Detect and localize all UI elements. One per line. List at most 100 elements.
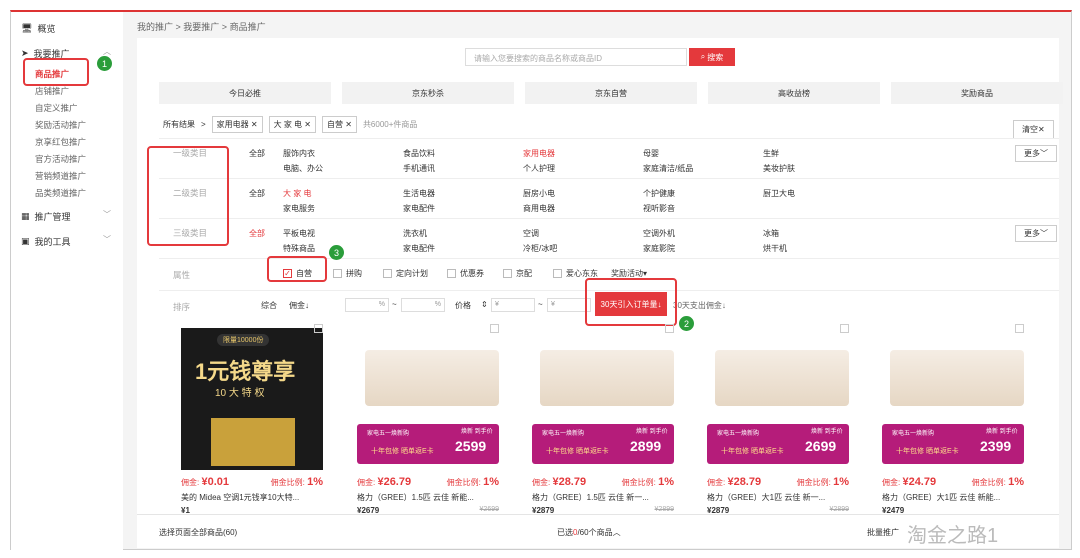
breadcrumb-item[interactable]: 我的推广	[137, 22, 173, 32]
checkbox[interactable]	[553, 269, 562, 278]
cat-item[interactable]: 冰箱	[763, 228, 779, 239]
product-card[interactable]: 家电五一焕新购 十年包修 晒单返E卡 焕新 到手价 2899 佣金: ¥28.7…	[524, 324, 674, 515]
cat-item[interactable]: 家电配件	[403, 243, 435, 254]
attr-directed[interactable]: 定向计划	[383, 268, 428, 279]
product-checkbox[interactable]	[490, 324, 499, 333]
sort-spend[interactable]: 30天支出佣金↓	[673, 300, 726, 311]
sort-default[interactable]: 综合	[261, 300, 277, 311]
checkbox[interactable]	[503, 269, 512, 278]
tab-today[interactable]: 今日必推	[159, 82, 331, 104]
attr-pingou[interactable]: 拼购	[333, 268, 362, 279]
chevron-down-icon[interactable]: ﹀	[103, 209, 111, 220]
cat-item[interactable]: 家电配件	[403, 203, 435, 214]
breadcrumb-item[interactable]: 我要推广	[183, 22, 219, 32]
cat-item[interactable]: 手机通讯	[403, 163, 435, 174]
product-image[interactable]: 家电五一焕新购 十年包修 晒单返E卡 焕新 到手价 2399	[882, 328, 1024, 470]
product-card[interactable]: 家电五一焕新购 十年包修 晒单返E卡 焕新 到手价 2699 佣金: ¥28.7…	[699, 324, 849, 515]
product-card[interactable]: 家电五一焕新购 十年包修 晒单返E卡 焕新 到手价 2399 佣金: ¥24.7…	[874, 324, 1024, 515]
selected-count[interactable]: 已选0/60个商品︿	[557, 527, 621, 538]
batch-promote-button[interactable]: 批量推广	[867, 527, 899, 538]
cat-item[interactable]: 冷柜/冰吧	[523, 243, 557, 254]
product-checkbox[interactable]	[840, 324, 849, 333]
product-image[interactable]: 限量10000份 1元钱尊享 10 大 特 权	[181, 328, 323, 470]
tab-seckill[interactable]: 京东秒杀	[342, 82, 514, 104]
cat-item[interactable]: 母婴	[643, 148, 659, 159]
sort-price[interactable]: 价格	[455, 300, 471, 311]
more-button[interactable]: 更多﹀	[1015, 225, 1057, 242]
cat-item[interactable]: 大 家 电	[283, 188, 311, 199]
cat-item[interactable]: 家电服务	[283, 203, 315, 214]
cat-item[interactable]: 洗衣机	[403, 228, 427, 239]
product-card[interactable]: 家电五一焕新购 十年包修 晒单返E卡 焕新 到手价 2599 佣金: ¥26.7…	[349, 324, 499, 515]
sidebar-item-redpacket-promo[interactable]: 京享红包推广	[35, 136, 86, 148]
cat-item[interactable]: 食品饮料	[403, 148, 435, 159]
sidebar-item-shop-promo[interactable]: 店铺推广	[35, 85, 69, 97]
sidebar-item-category-promo[interactable]: 品类频道推广	[35, 187, 86, 199]
filter-tag[interactable]: 家用电器 ✕	[211, 116, 263, 133]
cat-item[interactable]: 家用电器	[523, 148, 555, 159]
price-min-input[interactable]: ¥	[491, 298, 535, 312]
search-button[interactable]: ⌕ 搜索	[689, 48, 735, 66]
search-input[interactable]: 请输入您要搜索的商品名称或商品ID	[465, 48, 687, 66]
product-title[interactable]: 格力（GREE）1.5匹 云佳 新一...	[532, 492, 672, 503]
cat-item[interactable]: 个护健康	[643, 188, 675, 199]
annotation-box	[585, 278, 677, 326]
filter-tag[interactable]: 大 家 电 ✕	[268, 116, 316, 133]
product-title[interactable]: 格力（GREE）1.5匹 云佳 新能...	[357, 492, 497, 503]
more-button[interactable]: 更多﹀	[1015, 145, 1057, 162]
cat-item[interactable]: 个人护理	[523, 163, 555, 174]
product-card[interactable]: 限量10000份 1元钱尊享 10 大 特 权 佣金: ¥0.01 佣金比例: …	[173, 324, 323, 515]
chevron-down-icon[interactable]: ﹀	[103, 234, 111, 245]
cat-item[interactable]: 家庭清洁/纸品	[643, 163, 693, 174]
clear-button[interactable]: 清空✕	[1013, 120, 1054, 139]
product-title[interactable]: 格力（GREE）大1匹 云佳 新能...	[882, 492, 1022, 503]
commission-min-input[interactable]: %	[345, 298, 389, 312]
sidebar-item-channel-promo[interactable]: 营销频道推广	[35, 170, 86, 182]
cat-item[interactable]: 服饰内衣	[283, 148, 315, 159]
product-image[interactable]: 家电五一焕新购 十年包修 晒单返E卡 焕新 到手价 2899	[532, 328, 674, 470]
tab-reward[interactable]: 奖励商品	[891, 82, 1063, 104]
checkbox[interactable]	[383, 269, 392, 278]
cat-item[interactable]: 电脑、办公	[283, 163, 323, 174]
product-title[interactable]: 美的 Midea 空调1元钱享10大特...	[181, 492, 321, 503]
cat-item[interactable]: 平板电视	[283, 228, 315, 239]
product-image[interactable]: 家电五一焕新购 十年包修 晒单返E卡 焕新 到手价 2599	[357, 328, 499, 470]
cat-item[interactable]: 生鲜	[763, 148, 779, 159]
sidebar-item-custom-promo[interactable]: 自定义推广	[35, 102, 78, 114]
sort-arrows-icon[interactable]: ⇕	[481, 300, 488, 309]
attr-jd-delivery[interactable]: 京配	[503, 268, 532, 279]
sidebar-item-reward-promo[interactable]: 奖励活动推广	[35, 119, 86, 131]
product-checkbox[interactable]	[1015, 324, 1024, 333]
product-checkbox[interactable]	[665, 324, 674, 333]
cat-all[interactable]: 全部	[249, 148, 265, 159]
cat-item[interactable]: 厨房小电	[523, 188, 555, 199]
tab-self-operated[interactable]: 京东自营	[525, 82, 697, 104]
cat-all[interactable]: 全部	[249, 228, 265, 239]
product-image[interactable]: 家电五一焕新购 十年包修 晒单返E卡 焕新 到手价 2699	[707, 328, 849, 470]
sidebar-item-manage[interactable]: ▦ 推广管理	[21, 210, 71, 223]
sidebar-item-tools[interactable]: ▣ 我的工具	[21, 235, 71, 248]
commission-max-input[interactable]: %	[401, 298, 445, 312]
cat-item[interactable]: 空调	[523, 228, 539, 239]
sort-commission[interactable]: 佣金↓	[289, 300, 309, 311]
cat-item[interactable]: 生活电器	[403, 188, 435, 199]
checkbox[interactable]	[447, 269, 456, 278]
checkbox[interactable]	[333, 269, 342, 278]
attr-coupon[interactable]: 优惠券	[447, 268, 484, 279]
product-checkbox[interactable]	[314, 324, 323, 333]
cat-item[interactable]: 厨卫大电	[763, 188, 795, 199]
cat-item[interactable]: 空调外机	[643, 228, 675, 239]
cat-item[interactable]: 家庭影院	[643, 243, 675, 254]
filter-tag[interactable]: 自营 ✕	[322, 116, 357, 133]
sidebar-item-official-promo[interactable]: 官方活动推广	[35, 153, 86, 165]
cat-item[interactable]: 特殊商品	[283, 243, 315, 254]
cat-all[interactable]: 全部	[249, 188, 265, 199]
select-all-checkbox[interactable]: 选择页面全部商品(60)	[159, 527, 237, 538]
sidebar-item-overview[interactable]: 🖥 概览	[21, 22, 55, 35]
cat-item[interactable]: 烘干机	[763, 243, 787, 254]
tab-high-earning[interactable]: 高收益榜	[708, 82, 880, 104]
cat-item[interactable]: 美妆护肤	[763, 163, 795, 174]
cat-item[interactable]: 商用电器	[523, 203, 555, 214]
cat-item[interactable]: 视听影音	[643, 203, 675, 214]
product-title[interactable]: 格力（GREE）大1匹 云佳 新一...	[707, 492, 847, 503]
